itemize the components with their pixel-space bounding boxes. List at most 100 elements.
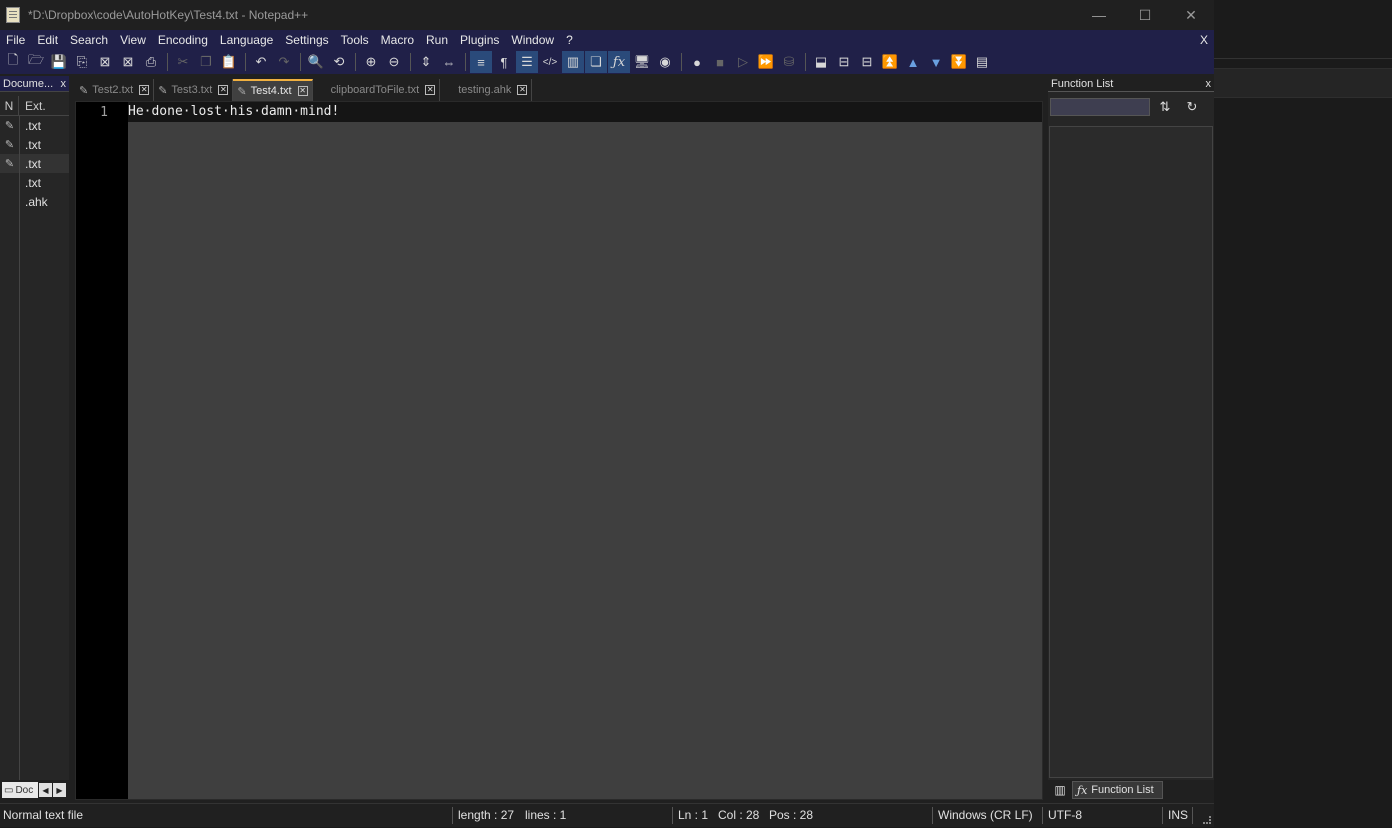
list-item[interactable]: ✎ .txt	[0, 135, 69, 154]
status-separator	[1042, 807, 1043, 824]
document-map-tab-icon[interactable]: ▥	[1048, 783, 1072, 797]
tab-test2[interactable]: ✎ Test2.txt ✕	[75, 79, 155, 101]
menu-macro[interactable]: Macro	[375, 30, 420, 50]
tab-close-icon[interactable]: ✕	[139, 85, 150, 95]
save-icon[interactable]: 💾	[48, 51, 70, 73]
tab-testing-ahk[interactable]: testing.ahk ✕	[440, 79, 533, 101]
tab-test3[interactable]: ✎ Test3.txt ✕	[154, 79, 234, 101]
menu-language[interactable]: Language	[214, 30, 279, 50]
menu-help[interactable]: ?	[560, 30, 579, 50]
close-all-icon[interactable]: ⊠	[117, 51, 139, 73]
menu-close-doc[interactable]: X	[1200, 30, 1208, 50]
clear-compare-icon[interactable]: ⊟	[856, 51, 878, 73]
list-item[interactable]: .txt	[0, 173, 69, 192]
tab-close-icon[interactable]: ✕	[218, 85, 229, 95]
undo-icon[interactable]: ↶	[250, 51, 272, 73]
status-lines: lines : 1	[525, 808, 567, 822]
list-item[interactable]: ✎ .txt	[0, 116, 69, 135]
menu-tools[interactable]: Tools	[335, 30, 375, 50]
find-icon[interactable]: 🔍	[305, 51, 327, 73]
minimize-button[interactable]: —	[1076, 0, 1122, 30]
text-editor[interactable]: 1 He·done·lost·his·damn·mind!	[75, 101, 1043, 800]
pencil-icon: ✎	[4, 139, 15, 151]
first-diff-icon[interactable]: ⏫	[879, 51, 901, 73]
save-macro-icon[interactable]: ⛁	[778, 51, 800, 73]
status-eol[interactable]: Windows (CR LF)	[938, 804, 1033, 828]
xml-tags-icon[interactable]: </>	[539, 51, 561, 73]
indent-guide-icon[interactable]: ☰	[516, 51, 538, 73]
list-item[interactable]: .ahk	[0, 192, 69, 211]
function-list-icon[interactable]: ƒx	[608, 51, 630, 73]
column-header-ext[interactable]: Ext.	[19, 96, 69, 115]
open-file-icon[interactable]: 🗁	[25, 51, 47, 73]
tab-close-icon[interactable]: ✕	[425, 85, 436, 95]
scroll-right-icon[interactable]: ▶	[53, 783, 66, 797]
tab-test4[interactable]: ✎ Test4.txt ✕	[233, 79, 313, 101]
document-list-icon[interactable]: ❏	[585, 51, 607, 73]
tab-clipboardtofile[interactable]: clipboardToFile.txt ✕	[313, 79, 441, 101]
document-list-close-button[interactable]: x	[61, 78, 67, 90]
function-list-tree[interactable]	[1049, 126, 1213, 778]
sync-horizontal-icon[interactable]: ⇔	[438, 51, 460, 73]
sort-icon[interactable]: ⇅	[1153, 97, 1177, 117]
run-macro-multiple-icon[interactable]: ⏩	[755, 51, 777, 73]
compare-icon[interactable]: ⬓	[810, 51, 832, 73]
zoom-out-icon[interactable]: ⊖	[383, 51, 405, 73]
document-list-columns: N Ext.	[0, 96, 69, 116]
paste-icon[interactable]: 📋	[218, 51, 240, 73]
function-list-panel: Function List x ⇅ ↻ ▥ ƒx Function List	[1048, 76, 1214, 800]
pencil-icon: ✎	[237, 85, 247, 98]
compare-side-icon[interactable]: ⊟	[833, 51, 855, 73]
folder-workspace-icon[interactable]: 🖥	[631, 51, 653, 73]
editor-content[interactable]: He·done·lost·his·damn·mind!	[128, 104, 339, 119]
document-map-icon[interactable]: ▥	[562, 51, 584, 73]
playback-macro-icon[interactable]: ▷	[732, 51, 754, 73]
sync-vertical-icon[interactable]: ⇕	[415, 51, 437, 73]
status-encoding[interactable]: UTF-8	[1048, 804, 1082, 828]
next-diff-icon[interactable]: ▼	[925, 51, 947, 73]
refresh-icon[interactable]: ↻	[1180, 97, 1204, 117]
last-diff-icon[interactable]: ⏬	[948, 51, 970, 73]
word-wrap-icon[interactable]: ≡	[470, 51, 492, 73]
cut-icon[interactable]: ✂	[172, 51, 194, 73]
menu-view[interactable]: View	[114, 30, 152, 50]
document-list-footer: ▭ Doc ◀ ▶	[0, 780, 69, 800]
stop-recording-icon[interactable]: ■	[709, 51, 731, 73]
monitoring-icon[interactable]: ◉	[654, 51, 676, 73]
show-all-chars-icon[interactable]: ¶	[493, 51, 515, 73]
function-search-input[interactable]	[1050, 98, 1150, 116]
menu-run[interactable]: Run	[420, 30, 454, 50]
scroll-left-icon[interactable]: ◀	[39, 783, 52, 797]
menu-encoding[interactable]: Encoding	[152, 30, 214, 50]
menu-settings[interactable]: Settings	[279, 30, 334, 50]
function-list-tab[interactable]: ƒx Function List	[1072, 781, 1163, 799]
compare-options-icon[interactable]: ▤	[971, 51, 993, 73]
notepadpp-window: *D:\Dropbox\code\AutoHotKey\Test4.txt - …	[0, 0, 1214, 827]
menu-window[interactable]: Window	[505, 30, 560, 50]
new-file-icon[interactable]: 🗋	[2, 51, 24, 73]
redo-icon[interactable]: ↷	[273, 51, 295, 73]
maximize-button[interactable]: ☐	[1122, 0, 1168, 30]
prev-diff-icon[interactable]: ▲	[902, 51, 924, 73]
menu-search[interactable]: Search	[64, 30, 114, 50]
tab-close-icon[interactable]: ✕	[297, 86, 308, 96]
menu-edit[interactable]: Edit	[31, 30, 64, 50]
zoom-in-icon[interactable]: ⊕	[360, 51, 382, 73]
copy-icon[interactable]: ❐	[195, 51, 217, 73]
status-insert-mode[interactable]: INS	[1168, 804, 1188, 828]
status-file-type: Normal text file	[3, 808, 84, 822]
function-list-close-button[interactable]: x	[1206, 78, 1212, 90]
print-icon[interactable]: ⎙	[140, 51, 162, 73]
replace-icon[interactable]: ⟲	[328, 51, 350, 73]
menu-file[interactable]: File	[0, 30, 31, 50]
resize-grip-icon[interactable]	[1203, 816, 1211, 824]
close-button[interactable]: ✕	[1168, 0, 1214, 30]
list-item[interactable]: ✎ .txt	[0, 154, 69, 173]
menu-plugins[interactable]: Plugins	[454, 30, 505, 50]
column-header-n[interactable]: N	[0, 96, 19, 115]
document-list-tab[interactable]: ▭ Doc	[2, 782, 38, 798]
record-macro-icon[interactable]: ●	[686, 51, 708, 73]
tab-close-icon[interactable]: ✕	[517, 85, 528, 95]
save-all-icon[interactable]: ⎘	[71, 51, 93, 73]
close-file-icon[interactable]: ⊠	[94, 51, 116, 73]
